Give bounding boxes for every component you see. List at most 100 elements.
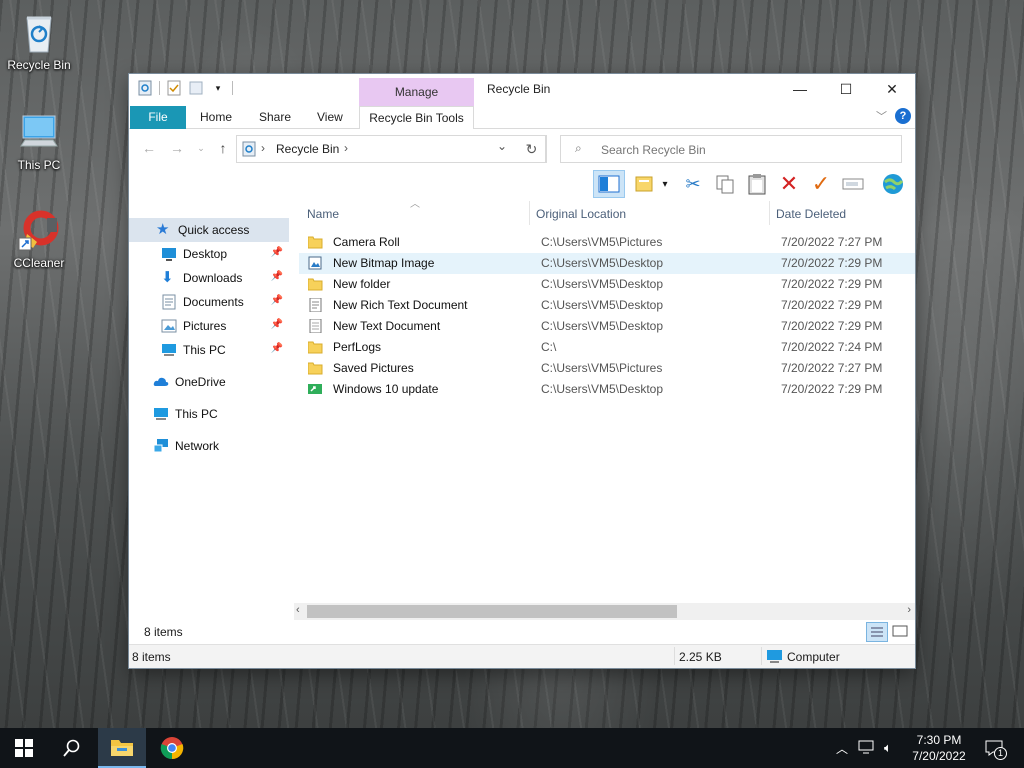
- delete-icon[interactable]: ✕: [777, 171, 801, 196]
- address-dropdown-icon[interactable]: ⌄: [497, 139, 507, 153]
- breadcrumb[interactable]: Recycle Bin: [276, 142, 339, 156]
- column-header-name[interactable]: Name: [307, 201, 527, 227]
- new-folder-icon[interactable]: [188, 80, 204, 96]
- globe-icon[interactable]: [881, 172, 905, 196]
- command-toolbar: ▾ ✂ ✕ ✓: [129, 168, 915, 198]
- pin-icon[interactable]: 📌: [271, 271, 283, 282]
- copy-icon[interactable]: [713, 172, 737, 196]
- desktop-icon-this-pc[interactable]: This PC: [1, 110, 77, 172]
- sidebar-item-this-pc-pinned[interactable]: This PC 📌: [129, 338, 289, 362]
- tab-share[interactable]: Share: [249, 106, 301, 129]
- expand-ribbon-icon[interactable]: ﹀: [876, 108, 887, 124]
- back-arrow-icon[interactable]: ←: [141, 140, 157, 158]
- sidebar-item-this-pc[interactable]: This PC: [129, 402, 289, 426]
- recent-locations-icon[interactable]: ⌄: [193, 143, 209, 161]
- paste-icon[interactable]: [745, 172, 769, 196]
- column-divider[interactable]: [529, 201, 530, 225]
- documents-icon: [161, 294, 177, 310]
- file-location: C:\Users\VM5\Pictures: [541, 235, 663, 249]
- tab-view[interactable]: View: [307, 106, 353, 129]
- rename-icon[interactable]: [841, 172, 865, 196]
- column-divider[interactable]: [769, 201, 770, 225]
- horizontal-scrollbar[interactable]: ‹ ›: [294, 603, 915, 620]
- show-hidden-icons-icon[interactable]: ︿: [836, 740, 848, 757]
- tab-manage-context[interactable]: Manage: [359, 78, 474, 106]
- sidebar-item-documents[interactable]: Documents 📌: [129, 290, 289, 314]
- file-location: C:\Users\VM5\Desktop: [541, 382, 664, 396]
- clock[interactable]: 7:30 PM 7/20/2022: [904, 728, 974, 768]
- breadcrumb-separator-icon: ›: [261, 141, 265, 155]
- taskbar-chrome[interactable]: [148, 728, 196, 768]
- sidebar-item-network[interactable]: Network: [129, 434, 289, 458]
- sidebar-item-pictures[interactable]: Pictures 📌: [129, 314, 289, 338]
- pin-icon[interactable]: 📌: [271, 319, 283, 330]
- restore-checkmark-icon[interactable]: ✓: [809, 171, 833, 196]
- table-row[interactable]: Saved Pictures C:\Users\VM5\Pictures 7/2…: [299, 358, 915, 379]
- sidebar-item-desktop[interactable]: Desktop 📌: [129, 242, 289, 266]
- table-row[interactable]: New Text Document C:\Users\VM5\Desktop 7…: [299, 316, 915, 337]
- tab-home[interactable]: Home: [190, 106, 242, 129]
- notification-badge: 1: [994, 747, 1007, 760]
- table-row[interactable]: Camera Roll C:\Users\VM5\Pictures 7/20/2…: [299, 232, 915, 253]
- minimize-button[interactable]: —: [777, 74, 823, 104]
- scroll-right-icon[interactable]: ›: [907, 604, 911, 616]
- customize-qat-icon[interactable]: ▾: [210, 80, 226, 96]
- table-row[interactable]: New Bitmap Image C:\Users\VM5\Desktop 7/…: [299, 253, 915, 274]
- table-row[interactable]: Windows 10 update C:\Users\VM5\Desktop 7…: [299, 379, 915, 400]
- title-bar: ▾ Manage Recycle Bin — ☐ ✕: [129, 74, 915, 106]
- pin-icon[interactable]: 📌: [271, 247, 283, 258]
- desktop-icon-ccleaner[interactable]: CCleaner: [1, 208, 77, 270]
- desktop-icon-label: CCleaner: [13, 256, 65, 270]
- action-center-button[interactable]: 1: [982, 728, 1007, 768]
- search-button[interactable]: [48, 728, 96, 768]
- help-icon[interactable]: ?: [895, 108, 911, 124]
- sidebar-item-downloads[interactable]: ⬇ Downloads 📌: [129, 266, 289, 290]
- scrollbar-thumb[interactable]: [307, 605, 677, 618]
- details-view-icon[interactable]: [866, 622, 888, 642]
- table-row[interactable]: New Rich Text Document C:\Users\VM5\Desk…: [299, 295, 915, 316]
- pin-icon[interactable]: 📌: [271, 343, 283, 354]
- maximize-button[interactable]: ☐: [823, 74, 869, 104]
- sidebar-item-label: Quick access: [178, 223, 250, 237]
- column-header-date-deleted[interactable]: Date Deleted: [776, 201, 906, 227]
- desktop-icon: [161, 246, 177, 262]
- large-icons-view-icon[interactable]: [891, 623, 909, 642]
- taskbar-file-explorer[interactable]: [98, 728, 146, 768]
- preview-pane-icon[interactable]: [593, 170, 625, 198]
- status-bar: 8 items 2.25 KB Computer: [129, 644, 915, 668]
- properties-icon[interactable]: [166, 80, 182, 96]
- start-button[interactable]: [0, 728, 48, 768]
- file-date: 7/20/2022 7:24 PM: [781, 340, 883, 354]
- tab-recycle-bin-tools[interactable]: Recycle Bin Tools: [359, 106, 474, 129]
- tab-file[interactable]: File: [130, 106, 186, 129]
- file-name: New Rich Text Document: [333, 298, 468, 312]
- table-row[interactable]: New folder C:\Users\VM5\Desktop 7/20/202…: [299, 274, 915, 295]
- status-divider: [761, 647, 762, 665]
- sidebar-item-quick-access[interactable]: ★ Quick access: [129, 218, 289, 242]
- scroll-left-icon[interactable]: ‹: [296, 604, 300, 616]
- desktop-icon-recycle-bin[interactable]: Recycle Bin: [1, 10, 77, 72]
- file-name: Camera Roll: [333, 235, 400, 249]
- volume-icon[interactable]: 🔈︎: [884, 740, 892, 756]
- pin-icon[interactable]: 📌: [271, 295, 283, 306]
- clock-date: 7/20/2022: [912, 749, 966, 763]
- file-list-pane: ︿ Name Original Location Date Deleted Ca…: [294, 199, 915, 622]
- refresh-button[interactable]: ↻: [517, 135, 547, 163]
- table-row[interactable]: PerfLogs C:\ 7/20/2022 7:24 PM: [299, 337, 915, 358]
- close-button[interactable]: ✕: [869, 74, 915, 104]
- ribbon-tabs: File Home Share View Recycle Bin Tools ﹀…: [129, 104, 915, 129]
- network-icon[interactable]: [858, 740, 874, 757]
- sidebar-item-onedrive[interactable]: OneDrive: [129, 370, 289, 394]
- view-dropdown-icon[interactable]: ▾: [659, 172, 671, 196]
- breadcrumb-separator-icon[interactable]: ›: [344, 141, 348, 155]
- up-arrow-icon[interactable]: ↑: [215, 140, 231, 158]
- recycle-bin-small-icon[interactable]: [137, 80, 153, 96]
- column-header-original-location[interactable]: Original Location: [536, 201, 766, 227]
- forward-arrow-icon[interactable]: →: [169, 140, 185, 158]
- change-view-icon[interactable]: [634, 172, 658, 196]
- desktop-icon-label: Recycle Bin: [7, 58, 71, 72]
- search-input[interactable]: ⌕ Search Recycle Bin: [560, 135, 902, 163]
- file-name: New folder: [333, 277, 391, 291]
- address-bar[interactable]: › Recycle Bin › ⌄: [236, 135, 546, 163]
- cut-icon[interactable]: ✂: [681, 172, 705, 196]
